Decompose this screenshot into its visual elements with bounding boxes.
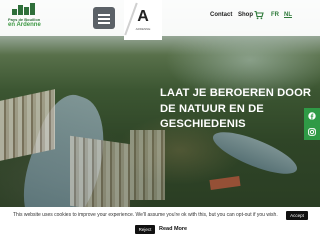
language-nl[interactable]: NL [284,12,292,18]
castle-ruins [130,130,165,200]
menu-icon-line [98,18,110,20]
nav-contact-link[interactable]: Contact [210,12,232,18]
menu-icon [98,14,110,16]
town-houses [70,135,130,215]
logo-line2: en Ardenne [8,22,41,28]
river-shape [208,124,302,182]
ardenne-emblem[interactable]: A ARDENNE [124,0,162,40]
cookie-banner: This website uses cookies to improve you… [0,207,320,240]
hero-title: LAAT JE BEROEREN DOOR DE NATUUR EN DE GE… [160,87,312,130]
town-houses [0,89,55,161]
menu-icon-line [98,22,110,24]
cart-icon[interactable] [254,10,264,20]
roof-detail [209,175,241,191]
logo-graphic [12,3,40,15]
nav-shop-link[interactable]: Shop [238,12,253,18]
menu-button[interactable] [93,7,115,29]
facebook-icon [308,112,316,120]
emblem-subtitle: ARDENNE [135,27,151,31]
facebook-button[interactable] [304,108,320,124]
emblem-letter: A [137,8,149,25]
cookie-message: This website uses cookies to improve you… [13,212,278,218]
instagram-icon [308,128,316,136]
language-fr[interactable]: FR [271,12,279,18]
site-header: Pays de Bouillon en Ardenne A ARDENNE Co… [0,0,320,40]
reject-cookies-button[interactable]: Reject [135,225,155,234]
site-logo[interactable]: Pays de Bouillon en Ardenne [8,3,44,34]
read-more-link[interactable]: Read More [159,226,187,232]
instagram-button[interactable] [304,124,320,140]
accept-cookies-button[interactable]: Accept [286,211,308,220]
